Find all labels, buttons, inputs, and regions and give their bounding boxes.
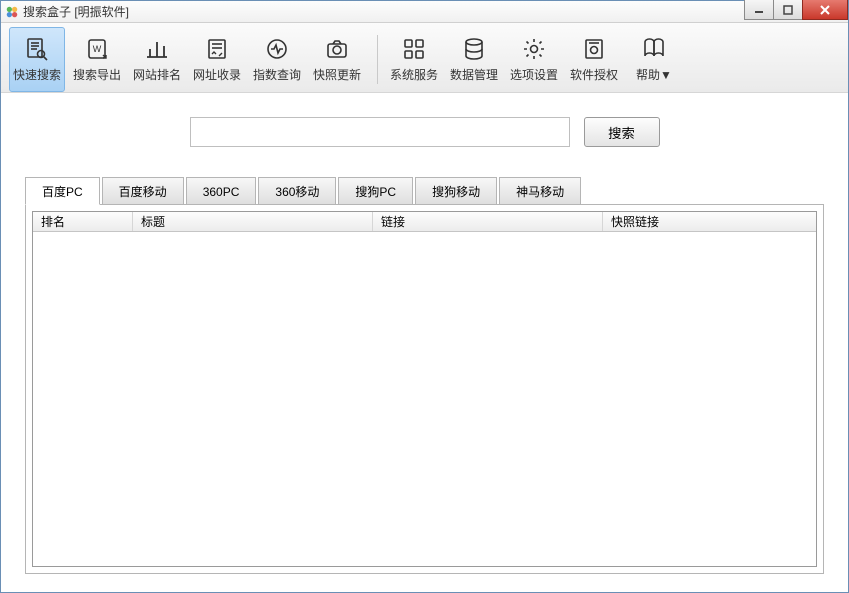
toolbar-system-services[interactable]: 系统服务: [386, 27, 442, 92]
tab-label: 360移动: [275, 183, 319, 200]
grid-body[interactable]: [33, 232, 816, 566]
toolbar-quick-search[interactable]: 快速搜索: [9, 27, 65, 92]
toolbar-label: 搜索导出: [73, 66, 121, 83]
col-snapshot-link[interactable]: 快照链接: [603, 212, 816, 231]
engine-tabs: 百度PC 百度移动 360PC 360移动 搜狗PC 搜狗移动 神马移动: [25, 177, 824, 205]
tab-label: 360PC: [203, 185, 240, 199]
tab-label: 搜狗PC: [355, 183, 396, 200]
toolbar-options[interactable]: 选项设置: [506, 27, 562, 92]
results-grid: 排名 标题 链接 快照链接: [32, 211, 817, 567]
content-area: 搜索 百度PC 百度移动 360PC 360移动 搜狗PC 搜狗移动 神马移动 …: [1, 93, 848, 592]
toolbar-label: 网址收录: [193, 66, 241, 83]
toolbar-label: 指数查询: [253, 66, 301, 83]
results-panel: 排名 标题 链接 快照链接: [25, 204, 824, 574]
activity-icon: [264, 36, 290, 62]
toolbar-label: 快速搜索: [13, 66, 61, 83]
title-bar: 搜索盒子 [明振软件]: [1, 1, 848, 23]
toolbar-label: 帮助▼: [636, 66, 672, 83]
close-button[interactable]: [802, 0, 848, 20]
bar-chart-icon: [144, 36, 170, 62]
tab-label: 百度PC: [42, 183, 83, 200]
minimize-button[interactable]: [744, 0, 774, 20]
toolbar-label: 网站排名: [133, 66, 181, 83]
toolbar-separator: [377, 35, 378, 84]
toolbar-data-manage[interactable]: 数据管理: [446, 27, 502, 92]
tab-label: 神马移动: [516, 183, 564, 200]
search-input[interactable]: [190, 117, 570, 147]
tab-baidu-mobile[interactable]: 百度移动: [102, 177, 184, 205]
maximize-button[interactable]: [773, 0, 803, 20]
gear-icon: [521, 36, 547, 62]
grid-header: 排名 标题 链接 快照链接: [33, 212, 816, 232]
toolbar-label: 数据管理: [450, 66, 498, 83]
col-rank[interactable]: 排名: [33, 212, 133, 231]
document-check-icon: [204, 36, 230, 62]
toolbar-snapshot-update[interactable]: 快照更新: [309, 27, 365, 92]
toolbar-label: 系统服务: [390, 66, 438, 83]
toolbar-label: 快照更新: [313, 66, 361, 83]
window-title: 搜索盒子 [明振软件]: [23, 3, 129, 20]
toolbar-index-query[interactable]: 指数查询: [249, 27, 305, 92]
database-icon: [461, 36, 487, 62]
tab-360-pc[interactable]: 360PC: [186, 177, 257, 205]
toolbar-search-export[interactable]: W 搜索导出: [69, 27, 125, 92]
toolbar-help[interactable]: 帮助▼: [626, 27, 682, 92]
search-row: 搜索: [25, 117, 824, 147]
main-toolbar: 快速搜索 W 搜索导出 网站排名: [1, 23, 848, 93]
quick-search-icon: [24, 36, 50, 62]
tab-360-mobile[interactable]: 360移动: [258, 177, 336, 205]
camera-icon: [324, 36, 350, 62]
apps-grid-icon: [401, 36, 427, 62]
col-title[interactable]: 标题: [133, 212, 373, 231]
toolbar-license[interactable]: 软件授权: [566, 27, 622, 92]
license-icon: [581, 36, 607, 62]
tab-label: 百度移动: [119, 183, 167, 200]
svg-text:W: W: [93, 44, 102, 54]
tab-sogou-pc[interactable]: 搜狗PC: [338, 177, 413, 205]
search-button[interactable]: 搜索: [584, 117, 660, 147]
col-link[interactable]: 链接: [373, 212, 603, 231]
tab-shenma-mobile[interactable]: 神马移动: [499, 177, 581, 205]
toolbar-label: 选项设置: [510, 66, 558, 83]
export-icon: W: [84, 36, 110, 62]
book-icon: [641, 36, 667, 62]
app-icon: [5, 5, 19, 19]
tab-sogou-mobile[interactable]: 搜狗移动: [415, 177, 497, 205]
toolbar-site-rank[interactable]: 网站排名: [129, 27, 185, 92]
toolbar-url-index[interactable]: 网址收录: [189, 27, 245, 92]
toolbar-label: 软件授权: [570, 66, 618, 83]
tab-label: 搜狗移动: [432, 183, 480, 200]
tab-baidu-pc[interactable]: 百度PC: [25, 177, 100, 205]
